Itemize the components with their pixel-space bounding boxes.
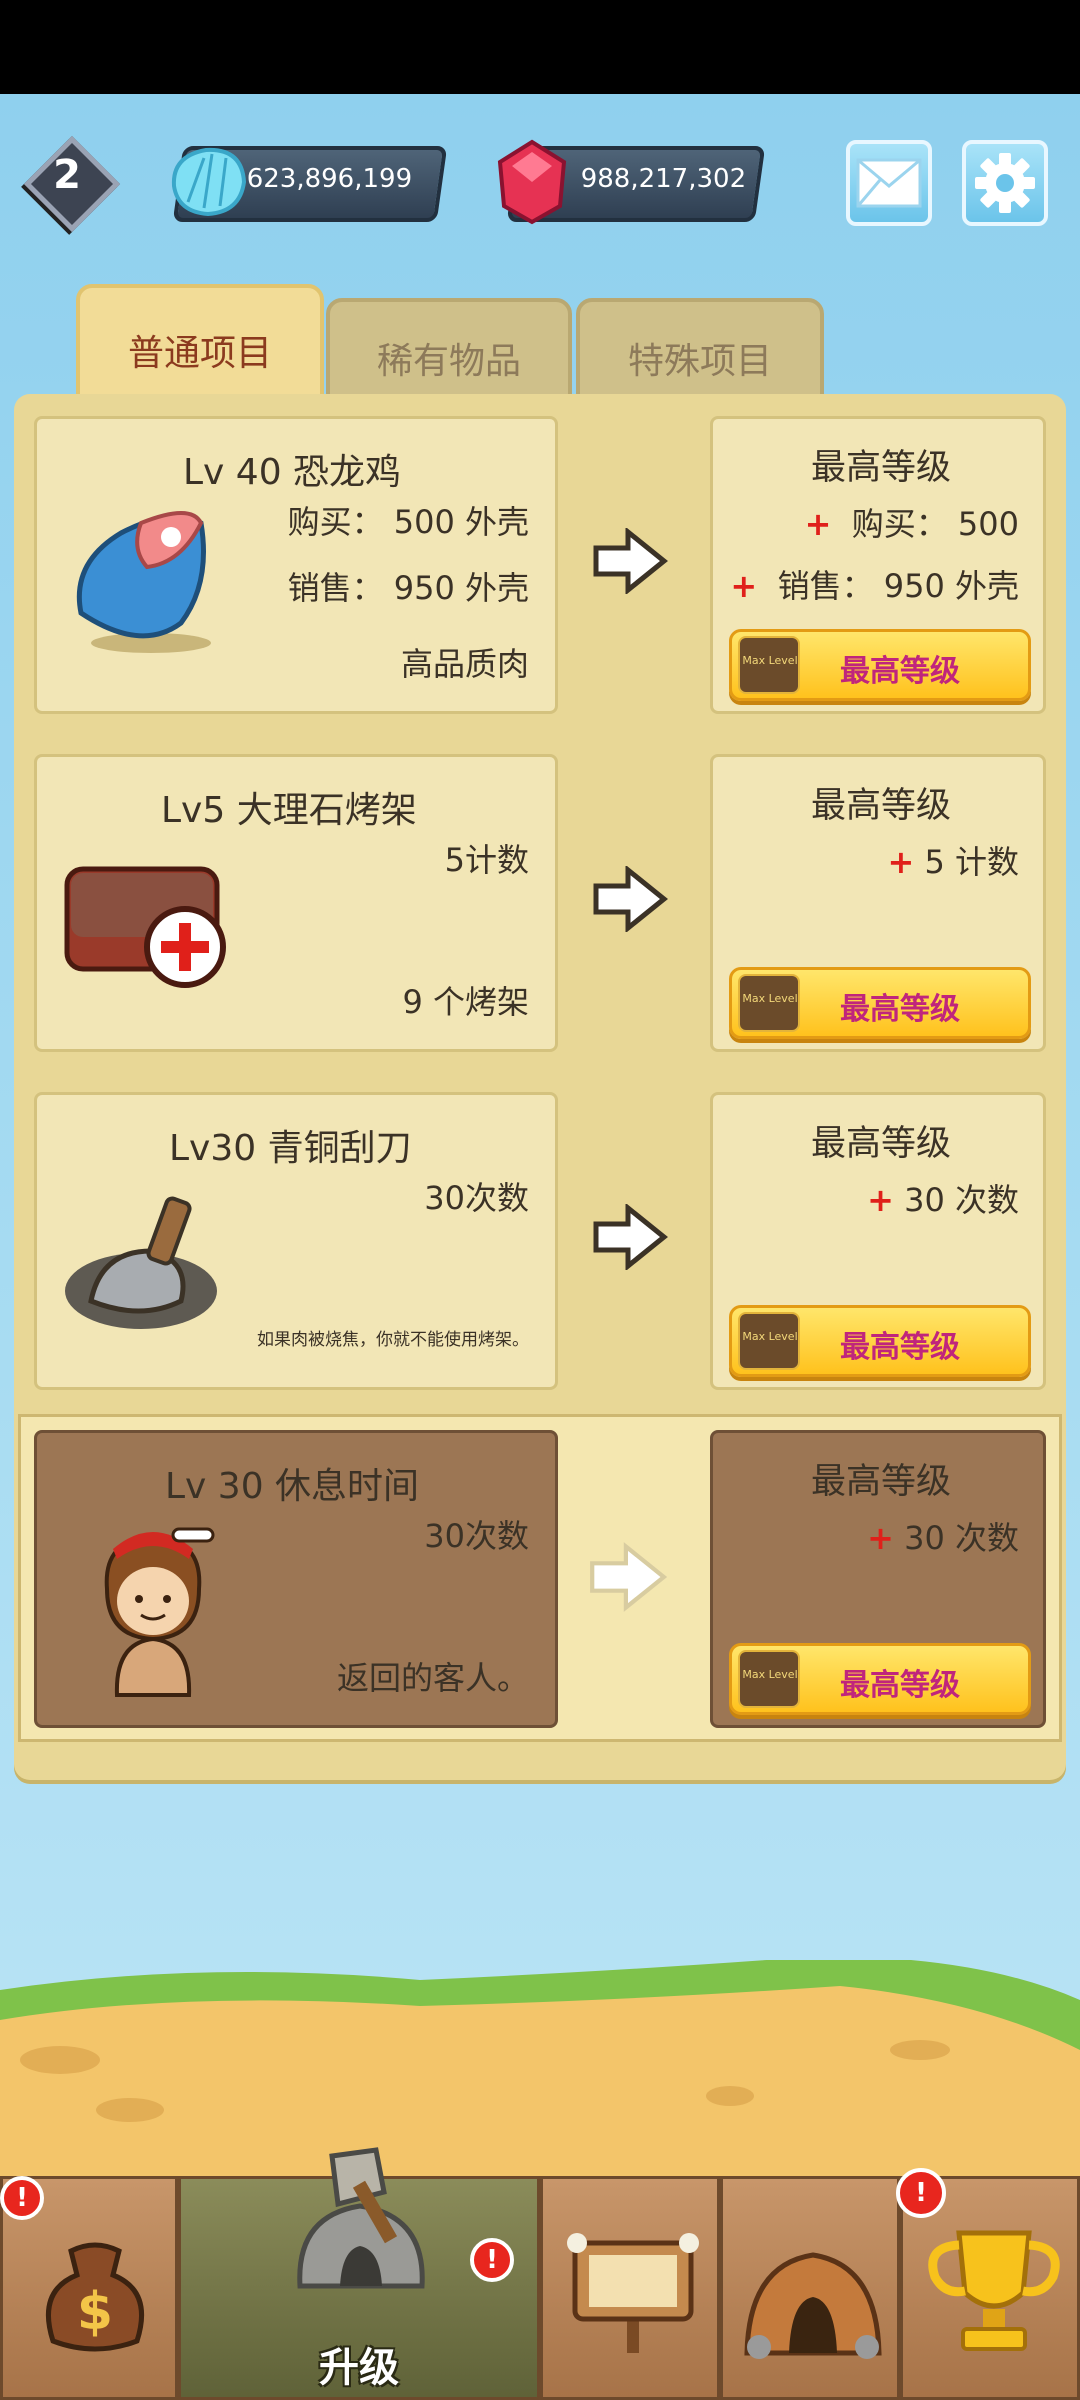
next-level-card: 最高等级 + 30 次数 Max Level 最高等级	[710, 1430, 1046, 1728]
item-count: 5计数	[444, 841, 529, 879]
max-level-badge-icon: Max Level	[738, 974, 800, 1032]
max-level-badge-icon: Max Level	[738, 636, 800, 694]
item-note: 9 个烤架	[402, 983, 529, 1021]
item-title: Lv5 大理石烤架	[161, 790, 417, 831]
meat-icon	[76, 511, 211, 653]
next-count-value: 30 次数	[904, 1519, 1019, 1557]
trophy-icon	[928, 2230, 1060, 2351]
cave-girl-icon	[104, 1527, 215, 1697]
next-level-card: 最高等级 + 购买： 500 + 销售： 950 外壳 Max Level 最高…	[710, 416, 1046, 714]
gem-count: 988,217,302	[580, 164, 747, 194]
nav-item-cave[interactable]	[720, 2176, 900, 2400]
settings-button[interactable]	[962, 140, 1048, 226]
max-level-button[interactable]: Max Level 最高等级	[729, 1643, 1031, 1715]
item-title: Lv 40 恐龙鸡	[183, 452, 402, 493]
upgrade-item-card[interactable]: Lv30 青铜刮刀 30次数 如果肉被烧焦，你就不能使用烤架。	[34, 1092, 558, 1390]
max-level-badge-icon: Max Level	[738, 1312, 800, 1370]
item-note: 高品质肉	[400, 645, 529, 683]
arrow-right-icon	[593, 1204, 668, 1270]
item-count: 30次数	[424, 1517, 529, 1555]
upgrade-item-card[interactable]: Lv 40 恐龙鸡 购买： 500 外壳 销售： 950 外壳 高品质肉	[34, 416, 558, 714]
next-level-card: 最高等级 + 30 次数 Max Level 最高等级	[710, 1092, 1046, 1390]
tab-special-items[interactable]: 特殊项目	[576, 298, 824, 398]
max-level-button[interactable]: Max Level 最高等级	[729, 629, 1031, 701]
nav-upgrade-label: 升级	[319, 2345, 399, 2391]
upgrade-item-card[interactable]: Lv5 大理石烤架 5计数 9 个烤架	[34, 754, 558, 1052]
player-level-badge[interactable]: 2	[23, 135, 121, 233]
next-count-value: 30 次数	[904, 1181, 1019, 1219]
envelope-icon	[856, 158, 922, 208]
next-count: + 5 计数	[887, 837, 1019, 883]
badge-label: Max Level	[742, 1330, 798, 1343]
upgrade-item-card-selected[interactable]: Lv 30 休息时间 30次数 返回的客人。	[34, 1430, 558, 1728]
signboard-icon	[567, 2233, 699, 2353]
item-sell-price: 销售： 950 外壳	[287, 569, 529, 607]
item-note: 返回的客人。	[336, 1659, 529, 1697]
item-title: Lv30 青铜刮刀	[169, 1128, 412, 1169]
stone-hut-icon	[297, 2147, 425, 2289]
plus-icon: +	[804, 505, 832, 543]
max-level-button-label: 最高等级	[840, 992, 960, 1027]
item-title: Lv 30 休息时间	[165, 1466, 420, 1507]
status-bar	[0, 0, 1080, 94]
max-level-title: 最高等级	[810, 1124, 951, 1164]
item-note: 如果肉被烧焦，你就不能使用烤架。	[257, 1330, 529, 1350]
item-count: 30次数	[424, 1179, 529, 1217]
badge-label: Max Level	[742, 992, 798, 1005]
badge-label: Max Level	[742, 1668, 798, 1681]
arrow-right-icon	[593, 528, 668, 594]
money-bag-icon: $	[45, 2242, 145, 2352]
item-buy-price: 购买： 500 外壳	[287, 503, 529, 541]
max-level-button[interactable]: Max Level 最高等级	[729, 1305, 1031, 1377]
cave-icon	[744, 2252, 882, 2359]
shell-icon	[171, 147, 247, 217]
next-level-card: 最高等级 + 5 计数 Max Level 最高等级	[710, 754, 1046, 1052]
tab-rare-items[interactable]: 稀有物品	[326, 298, 572, 398]
max-level-button-label: 最高等级	[840, 654, 960, 689]
badge-label: Max Level	[742, 654, 798, 667]
player-level: 2	[53, 152, 81, 198]
max-level-button-label: 最高等级	[840, 1330, 960, 1365]
arrow-right-icon	[590, 1542, 668, 1612]
max-level-button[interactable]: Max Level 最高等级	[729, 967, 1031, 1039]
alert-badge-icon: !	[0, 2176, 44, 2220]
max-level-title: 最高等级	[810, 786, 951, 826]
max-level-title: 最高等级	[810, 448, 951, 488]
alert-badge-icon: !	[896, 2168, 946, 2218]
max-level-button-label: 最高等级	[840, 1668, 960, 1703]
ruby-icon	[497, 139, 567, 225]
next-sell-value: 销售： 950 外壳	[777, 567, 1019, 605]
nav-item-board[interactable]	[540, 2176, 720, 2400]
next-count-value: 5 计数	[924, 843, 1019, 881]
arrow-right-icon	[593, 866, 668, 932]
next-buy-price: + 购买： 500	[805, 499, 1019, 545]
grill-add-icon	[64, 866, 226, 988]
plus-icon: +	[887, 843, 915, 881]
plus-icon: +	[867, 1519, 894, 1557]
shell-count: 623,896,199	[246, 164, 413, 194]
plus-icon: +	[730, 567, 758, 605]
max-level-badge-icon: Max Level	[738, 1650, 800, 1708]
alert-badge-icon: !	[470, 2238, 514, 2282]
scraper-icon	[65, 1196, 217, 1329]
svg-text:$: $	[77, 2282, 113, 2342]
max-level-title: 最高等级	[810, 1462, 951, 1502]
next-sell-price: + 销售： 950 外壳	[730, 561, 1019, 607]
next-count: + 30 次数	[867, 1513, 1019, 1559]
next-count: + 30 次数	[867, 1175, 1019, 1221]
gear-icon	[975, 153, 1035, 213]
tab-normal-items[interactable]: 普通项目	[76, 284, 324, 398]
next-buy-value: 购买： 500	[851, 505, 1019, 543]
mail-button[interactable]	[846, 140, 932, 226]
plus-icon: +	[867, 1181, 894, 1219]
